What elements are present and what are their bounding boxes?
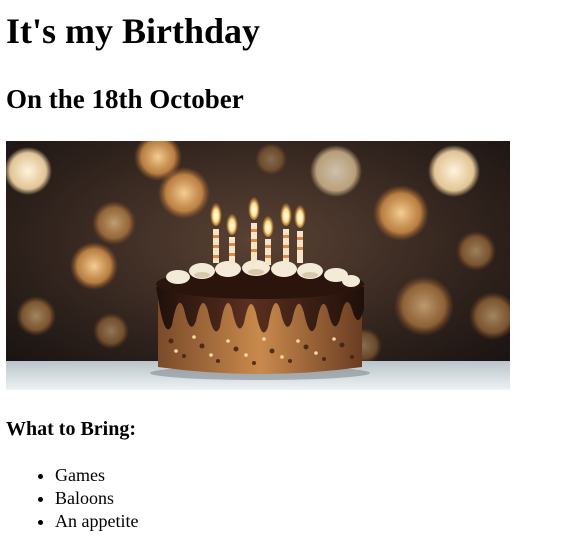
page-subtitle: On the 18th October [6, 84, 244, 114]
list-item: An appetite [55, 510, 138, 533]
page-title: It's my Birthday [6, 11, 261, 51]
list-item: Baloons [55, 487, 138, 510]
bring-list: Games Baloons An appetite [6, 464, 138, 533]
birthday-cake-image [6, 141, 510, 390]
bring-heading: What to Bring: [6, 418, 136, 440]
list-item: Games [55, 464, 138, 487]
